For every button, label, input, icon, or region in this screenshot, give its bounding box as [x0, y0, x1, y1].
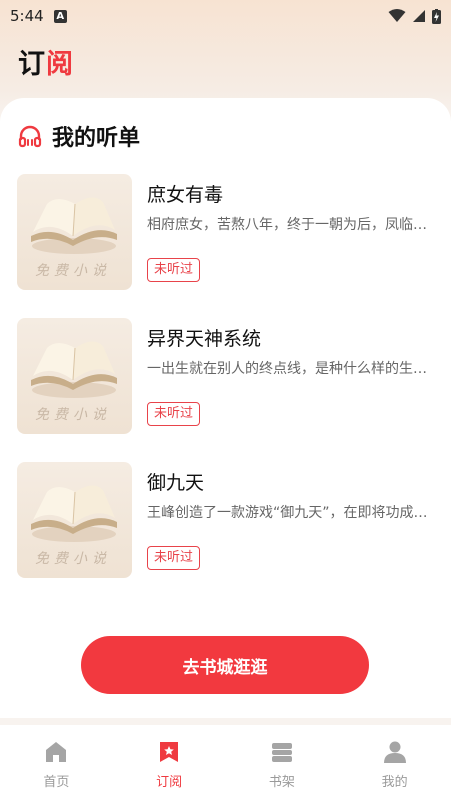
page-title-main: 订 [18, 49, 46, 80]
battery-charging-icon [432, 8, 441, 24]
page-title: 订阅 [18, 42, 74, 81]
status-badge: 未听过 [147, 258, 201, 282]
tab-label: 订阅 [156, 775, 183, 790]
status-badge: 未听过 [147, 402, 201, 426]
book-title: 异界天神系统 [147, 328, 262, 350]
page-title-accent: 阅 [46, 49, 74, 80]
go-to-bookstore-button[interactable]: 去书城逛逛 [81, 636, 369, 694]
book-item[interactable]: 免费小说 庶女有毒 相府庶女，苦熬八年，终于一朝为后，凤临天下... 未听过 [17, 174, 437, 290]
status-right [388, 8, 441, 24]
tab-label: 首页 [43, 775, 70, 790]
listen-list-card: 我的听单 免费小说 庶女有毒 相府庶女，苦熬八年，终于一朝为后，凤临天下... … [0, 98, 451, 718]
book-cover: 免费小说 [17, 318, 132, 434]
section-header: 我的听单 [18, 120, 140, 152]
tab-bookshelf[interactable]: 书架 [226, 725, 339, 803]
book-cover: 免费小说 [17, 462, 132, 578]
cover-watermark-text: 免费小说 [35, 263, 111, 279]
status-time: 5:44 [10, 7, 44, 25]
bookmark-icon [156, 739, 182, 765]
book-description: 王峰创造了一款游戏“御九天”，在即将功成名就之时... [147, 505, 432, 521]
home-icon [43, 739, 69, 765]
status-badge: 未听过 [147, 546, 201, 570]
book-title: 庶女有毒 [147, 184, 224, 206]
signal-icon [413, 10, 425, 22]
section-title: 我的听单 [52, 126, 141, 151]
cover-watermark-text: 免费小说 [35, 551, 111, 567]
notification-a-icon: A [53, 9, 67, 23]
tab-home[interactable]: 首页 [0, 725, 113, 803]
bottom-tab-bar: 首页 订阅 书架 我的 [0, 725, 451, 803]
book-title: 御九天 [147, 472, 205, 494]
tab-profile[interactable]: 我的 [338, 725, 451, 803]
tab-label: 我的 [381, 775, 408, 790]
status-bar: 5:44 A [0, 0, 451, 32]
tab-label: 书架 [268, 775, 295, 790]
profile-icon [382, 739, 408, 765]
wifi-icon [388, 9, 406, 22]
bookshelf-icon [269, 739, 295, 765]
book-description: 一出生就在别人的终点线，是种什么样的生活体验... [147, 361, 432, 377]
book-item[interactable]: 免费小说 异界天神系统 一出生就在别人的终点线，是种什么样的生活体验... 未听… [17, 318, 437, 434]
headphones-icon [18, 125, 42, 148]
book-item[interactable]: 免费小说 御九天 王峰创造了一款游戏“御九天”，在即将功成名就之时... 未听过 [17, 462, 437, 578]
book-description: 相府庶女，苦熬八年，终于一朝为后，凤临天下... [147, 217, 432, 233]
tab-subscribe[interactable]: 订阅 [113, 725, 226, 803]
status-left: 5:44 A [10, 7, 67, 25]
cover-watermark-text: 免费小说 [35, 407, 111, 423]
book-cover: 免费小说 [17, 174, 132, 290]
